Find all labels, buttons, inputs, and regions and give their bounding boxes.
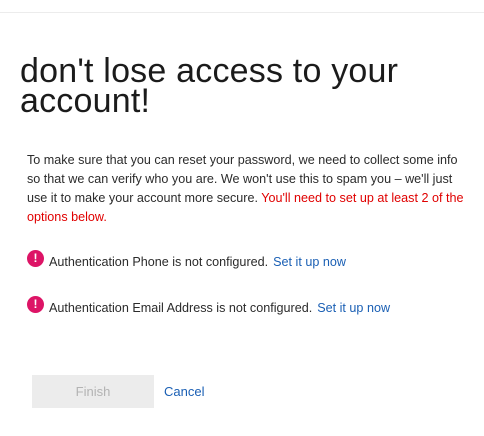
- setup-phone-link[interactable]: Set it up now: [273, 255, 346, 269]
- cancel-link[interactable]: Cancel: [164, 384, 204, 399]
- auth-phone-status: Authentication Phone is not configured.: [49, 255, 269, 269]
- top-divider: [0, 12, 484, 13]
- auth-email-option: ! Authentication Email Address is not co…: [27, 296, 390, 318]
- page-title: don't lose access to your account!: [20, 52, 399, 120]
- auth-phone-option: ! Authentication Phone is not configured…: [27, 250, 346, 272]
- finish-button[interactable]: Finish: [32, 375, 154, 408]
- auth-email-status: Authentication Email Address is not conf…: [49, 301, 313, 315]
- alert-icon: !: [27, 296, 44, 313]
- intro-paragraph: To make sure that you can reset your pas…: [27, 151, 467, 227]
- alert-icon: !: [27, 250, 44, 267]
- setup-email-link[interactable]: Set it up now: [317, 301, 390, 315]
